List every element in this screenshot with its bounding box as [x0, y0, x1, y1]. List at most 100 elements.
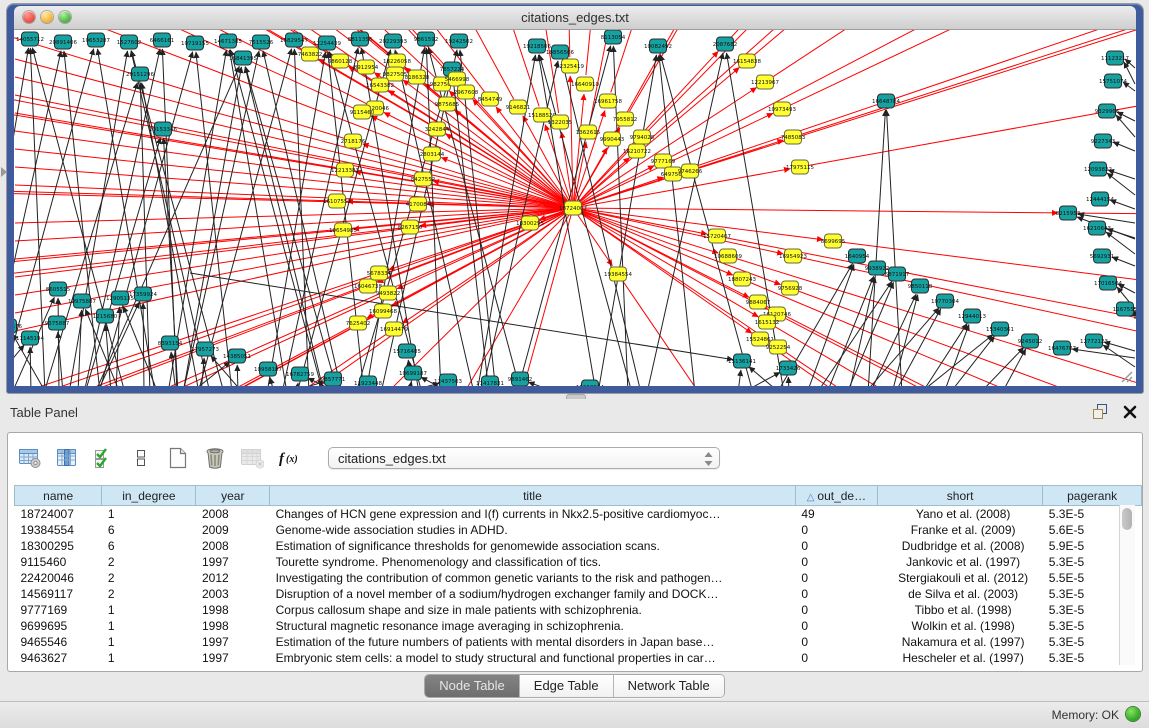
cell-year[interactable]: 1998 [196, 602, 270, 618]
network-canvas[interactable]: 1405571220891406106532871527602646616110… [14, 30, 1136, 386]
cell-title[interactable]: Changes of HCN gene expression and I(f) … [270, 506, 796, 523]
cell-name[interactable]: 18300295 [15, 538, 102, 554]
cell-year[interactable]: 2008 [196, 538, 270, 554]
cell-in_degree[interactable]: 1 [102, 618, 196, 634]
cell-title[interactable]: Genome-wide association studies in ADHD. [270, 522, 796, 538]
table-row[interactable]: 2242004622012Investigating the contribut… [15, 570, 1142, 586]
cell-short[interactable]: Dudbridge et al. (2008) [878, 538, 1043, 554]
tab-node-table[interactable]: Node Table [425, 675, 519, 697]
table-row[interactable]: 1938455462009Genome-wide association stu… [15, 522, 1142, 538]
cell-title[interactable]: Corpus callosum shape and size in male p… [270, 602, 796, 618]
cell-in_degree[interactable]: 1 [102, 506, 196, 523]
tab-edge-table[interactable]: Edge Table [519, 675, 613, 697]
cell-out_degree[interactable]: 0 [795, 618, 877, 634]
cell-name[interactable]: 9465546 [15, 634, 102, 650]
cell-title[interactable]: Disruption of a novel member of a sodium… [270, 586, 796, 602]
cell-name[interactable]: 9115460 [15, 554, 102, 570]
column-header-out_degree[interactable]: △out_de… [795, 486, 877, 506]
cell-title[interactable]: Structural magnetic resonance image aver… [270, 618, 796, 634]
cell-out_degree[interactable]: 0 [795, 650, 877, 666]
cell-name[interactable]: 18724007 [15, 506, 102, 523]
table-row[interactable]: 946554611997Estimation of the future num… [15, 634, 1142, 650]
cell-short[interactable]: Stergiakouli et al. (2012) [878, 570, 1043, 586]
cell-in_degree[interactable]: 2 [102, 586, 196, 602]
cell-year[interactable]: 2003 [196, 586, 270, 602]
cell-name[interactable]: 9699695 [15, 618, 102, 634]
create-table-icon[interactable] [166, 446, 190, 470]
cell-name[interactable]: 22420046 [15, 570, 102, 586]
cell-short[interactable]: Tibbo et al. (1998) [878, 602, 1043, 618]
cell-name[interactable]: 14569117 [15, 586, 102, 602]
table-row[interactable]: 1830029562008Estimation of significance … [15, 538, 1142, 554]
cell-short[interactable]: Wolkin et al. (1998) [878, 618, 1043, 634]
cell-year[interactable]: 1997 [196, 554, 270, 570]
cell-in_degree[interactable]: 6 [102, 522, 196, 538]
float-panel-icon[interactable] [1092, 403, 1109, 420]
table-scrollbar-thumb[interactable] [1122, 508, 1132, 530]
cell-in_degree[interactable]: 6 [102, 538, 196, 554]
graph-edge [920, 335, 993, 386]
tab-network-table[interactable]: Network Table [613, 675, 724, 697]
cell-out_degree[interactable]: 0 [795, 634, 877, 650]
cell-in_degree[interactable]: 2 [102, 554, 196, 570]
cell-in_degree[interactable]: 2 [102, 570, 196, 586]
cell-name[interactable]: 19384554 [15, 522, 102, 538]
cell-out_degree[interactable]: 0 [795, 602, 877, 618]
cell-year[interactable]: 2008 [196, 506, 270, 523]
cell-title[interactable]: Estimation of the future numbers of pati… [270, 634, 796, 650]
cell-title[interactable]: Estimation of significance thresholds fo… [270, 538, 796, 554]
cell-title[interactable]: Tourette syndrome. Phenomenology and cla… [270, 554, 796, 570]
cell-short[interactable]: Yano et al. (2008) [878, 506, 1043, 523]
cell-short[interactable]: Hescheler et al. (1997) [878, 650, 1043, 666]
graph-edge [731, 30, 1136, 37]
graph-node-label: 1215680 [93, 314, 118, 320]
column-header-year[interactable]: year [196, 486, 270, 506]
column-visibility-icon[interactable] [55, 446, 79, 470]
cell-in_degree[interactable]: 1 [102, 634, 196, 650]
column-header-pagerank[interactable]: pagerank [1043, 486, 1142, 506]
cell-out_degree[interactable]: 0 [795, 570, 877, 586]
table-row[interactable]: 1456911722003Disruption of a novel membe… [15, 586, 1142, 602]
table-row[interactable]: 969969511998Structural magnetic resonanc… [15, 618, 1142, 634]
window-titlebar[interactable]: citations_edges.txt [14, 6, 1136, 30]
cell-out_degree[interactable]: 0 [795, 554, 877, 570]
cell-title[interactable]: Embryonic stem cells: a model to study s… [270, 650, 796, 666]
cell-name[interactable]: 9463627 [15, 650, 102, 666]
cell-name[interactable]: 9777169 [15, 602, 102, 618]
cell-year[interactable]: 2012 [196, 570, 270, 586]
selection-mode-icon[interactable] [92, 446, 116, 470]
cell-year[interactable]: 1997 [196, 634, 270, 650]
column-header-short[interactable]: short [878, 486, 1043, 506]
table-row[interactable]: 1872400712008Changes of HCN gene express… [15, 506, 1142, 523]
splitter-collapse-icon[interactable] [1, 167, 7, 177]
cell-in_degree[interactable]: 1 [102, 602, 196, 618]
table-row[interactable]: 946362711997Embryonic stem cells: a mode… [15, 650, 1142, 666]
cell-year[interactable]: 1997 [196, 650, 270, 666]
function-builder-icon[interactable]: f(x) [277, 446, 301, 470]
column-header-in_degree[interactable]: in_degree [102, 486, 196, 506]
cell-out_degree[interactable]: 0 [795, 538, 877, 554]
cell-out_degree[interactable]: 49 [795, 506, 877, 523]
delete-table-icon[interactable] [203, 446, 227, 470]
table-row[interactable]: 977716911998Corpus callosum shape and si… [15, 602, 1142, 618]
cell-short[interactable]: Franke et al. (2009) [878, 522, 1043, 538]
table-selector-dropdown[interactable]: citations_edges.txt [328, 447, 720, 469]
resize-grip-icon[interactable] [1120, 370, 1133, 383]
cell-year[interactable]: 1998 [196, 618, 270, 634]
cell-short[interactable]: de Silva et al. (2003) [878, 586, 1043, 602]
cell-out_degree[interactable]: 0 [795, 586, 877, 602]
table-settings-icon[interactable] [18, 446, 42, 470]
table-scrollbar[interactable] [1119, 505, 1135, 665]
cell-short[interactable]: Jankovic et al. (1997) [878, 554, 1043, 570]
cell-short[interactable]: Nakamura et al. (1997) [878, 634, 1043, 650]
close-panel-icon[interactable] [1123, 405, 1137, 419]
row-height-icon[interactable] [129, 446, 153, 470]
cell-year[interactable]: 2009 [196, 522, 270, 538]
cell-out_degree[interactable]: 0 [795, 522, 877, 538]
table-row[interactable]: 911546021997Tourette syndrome. Phenomeno… [15, 554, 1142, 570]
cell-in_degree[interactable]: 1 [102, 650, 196, 666]
cell-title[interactable]: Investigating the contribution of common… [270, 570, 796, 586]
column-header-title[interactable]: title [270, 486, 796, 506]
graph-edge [773, 30, 1136, 77]
column-header-name[interactable]: name [15, 486, 102, 506]
